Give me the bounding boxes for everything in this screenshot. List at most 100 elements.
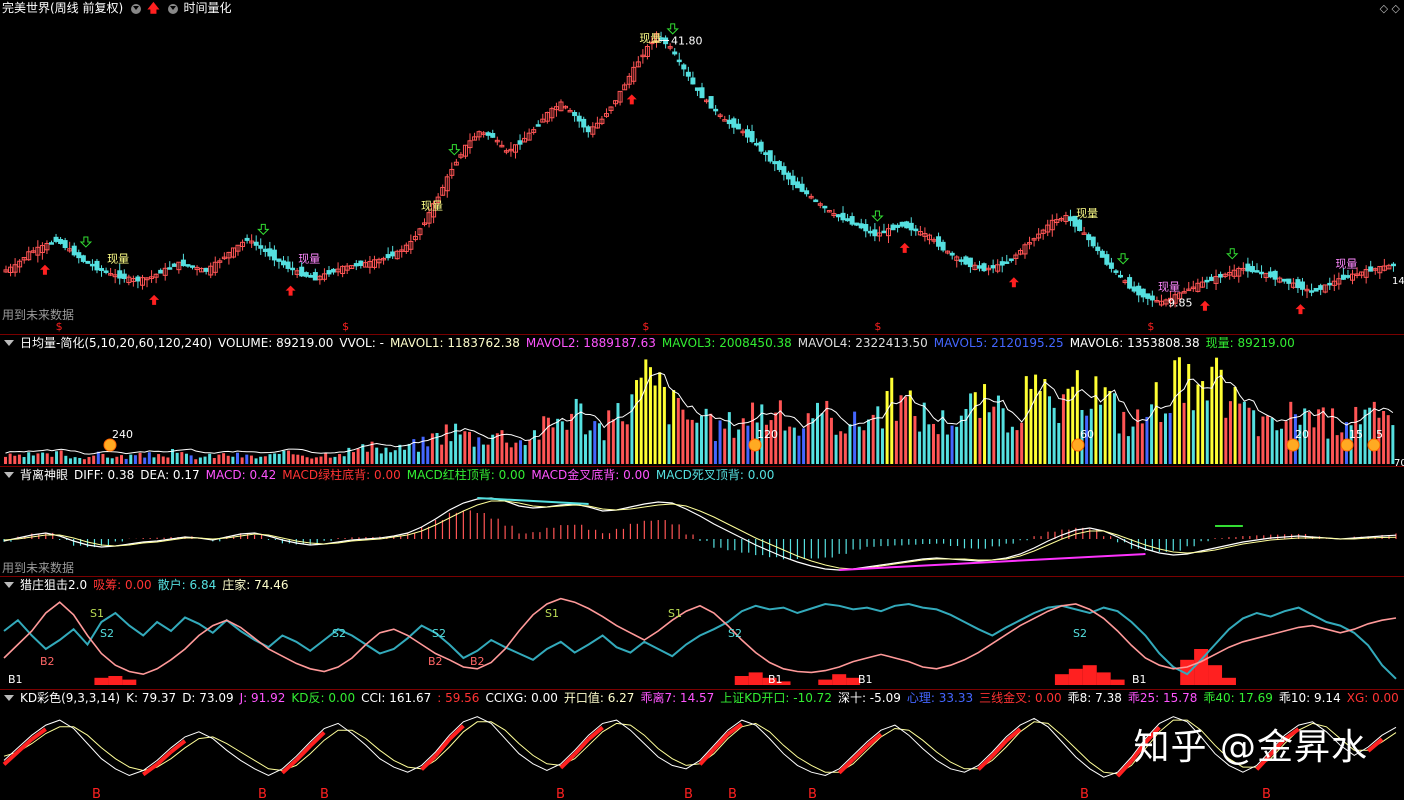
sell-arrow-icon xyxy=(257,223,270,236)
volume-bar xyxy=(908,390,912,464)
volume-bar xyxy=(481,444,485,464)
price-chart[interactable]: 41.809.85现量现量现量现量现量现量现量$ $ $ $ $14 xyxy=(0,0,1404,334)
volume-bar xyxy=(1224,417,1228,464)
volume-bar xyxy=(1173,360,1177,464)
candle-body xyxy=(285,261,291,269)
sell-arrow-icon xyxy=(448,144,461,156)
volume-bar xyxy=(751,402,755,464)
volume-bar xyxy=(1006,432,1010,464)
candle-body xyxy=(1099,250,1105,258)
candle-body xyxy=(1108,262,1114,269)
volume-bar xyxy=(1112,393,1116,464)
candle-body xyxy=(749,131,755,143)
volume-bar xyxy=(792,427,796,464)
candle-body xyxy=(840,212,846,221)
volume-bar xyxy=(338,454,342,464)
macd-chart[interactable] xyxy=(0,467,1404,576)
accumulation-bar xyxy=(734,676,749,685)
volume-bar xyxy=(607,410,611,464)
candle-body xyxy=(1390,263,1396,267)
volume-bar xyxy=(101,453,105,464)
volume-bar xyxy=(22,457,26,464)
candle-body xyxy=(904,221,910,229)
candle-body xyxy=(267,248,273,257)
volume-bar xyxy=(718,420,722,464)
volume-bar xyxy=(143,457,147,464)
candle-body xyxy=(758,141,764,152)
buy-b-label: B xyxy=(92,787,101,800)
volume-bar xyxy=(1312,427,1316,464)
volume-bar xyxy=(839,431,843,464)
volume-bar xyxy=(263,456,267,464)
future-data-note: 用到未来数据 xyxy=(2,561,75,575)
volume-bar xyxy=(1266,415,1270,464)
volume-bar xyxy=(1094,376,1098,464)
volume-bar xyxy=(477,437,481,464)
candle-body xyxy=(1104,254,1110,265)
volume-bar xyxy=(27,452,31,464)
volume-bar xyxy=(287,450,291,464)
signal-label: B1 xyxy=(768,673,783,686)
candle-body xyxy=(271,249,277,261)
volume-bar xyxy=(1386,415,1390,464)
candle-body xyxy=(1140,288,1146,298)
candle-body xyxy=(276,258,282,262)
volume-bar xyxy=(208,453,212,464)
macd-panel: 背离神眼 DIFF: 0.38 DEA: 0.17 MACD: 0.42 MACD绿柱底… xyxy=(0,467,1404,576)
signal-label: B1 xyxy=(8,673,23,686)
price-panel: 完美世界(周线 前复权) 🡅 时间量化 ◇ ◇ 41.80 9.85 现量 现量 现量 现量现… xyxy=(0,0,1404,334)
volume-bar xyxy=(1154,382,1158,464)
volume-bar xyxy=(1136,409,1140,464)
volume-bar xyxy=(1131,426,1135,464)
volume-bar xyxy=(658,372,662,464)
volume-bar xyxy=(87,457,91,464)
candle-body xyxy=(1118,274,1124,278)
candle-body xyxy=(135,276,141,282)
candle-body xyxy=(1145,293,1151,299)
candle-body xyxy=(572,112,578,117)
volume-bar xyxy=(92,455,96,464)
candle-body xyxy=(681,64,687,70)
candle-body xyxy=(790,175,796,186)
candle-body xyxy=(1318,285,1324,290)
volume-bar xyxy=(528,440,532,464)
volume-bar xyxy=(1210,366,1214,464)
candle-body xyxy=(303,272,309,277)
candle-body xyxy=(353,263,359,267)
signal-label: S1 xyxy=(90,607,104,620)
volume-bar xyxy=(783,430,787,464)
volume-bar xyxy=(857,426,861,464)
candle-body xyxy=(99,268,105,271)
xianliang-label: 现量 xyxy=(107,252,129,265)
candle-body xyxy=(890,224,896,231)
candle-body xyxy=(576,115,582,122)
candle-body xyxy=(999,261,1005,266)
candle-body xyxy=(744,129,750,138)
candle-body xyxy=(940,241,946,251)
volume-bar xyxy=(983,384,987,464)
hunt-chart[interactable]: S1 S1 S1 S2 S2 S2 S2 S2 B2 B2 B2 B1 B1 B1 B1 xyxy=(0,577,1404,689)
signal-label: S2 xyxy=(1073,627,1087,640)
volume-bar xyxy=(1038,390,1042,464)
accumulation-bar xyxy=(748,672,763,685)
candle-body xyxy=(913,228,919,232)
candle-body xyxy=(48,242,54,245)
volume-bar xyxy=(597,423,601,464)
accumulation-bar xyxy=(122,679,137,685)
volume-bar xyxy=(50,456,54,464)
volume-bar xyxy=(389,452,393,464)
candle-body xyxy=(1067,216,1073,222)
volume-bar xyxy=(1247,407,1251,464)
signal-label: B2 xyxy=(470,655,485,668)
xianliang-label: 现量 xyxy=(1076,207,1098,220)
volume-bar xyxy=(1048,396,1051,464)
volume-chart[interactable]: 240 120 60 20 15 5 70 xyxy=(0,335,1404,466)
candle-body xyxy=(1208,276,1214,282)
buy-arrow-icon xyxy=(1199,300,1210,311)
volume-bar xyxy=(73,457,77,464)
candle-body xyxy=(1086,234,1092,241)
volume-bar xyxy=(867,419,871,464)
candle-body xyxy=(854,222,860,226)
volume-bar xyxy=(268,454,272,464)
candle-body xyxy=(767,150,773,162)
